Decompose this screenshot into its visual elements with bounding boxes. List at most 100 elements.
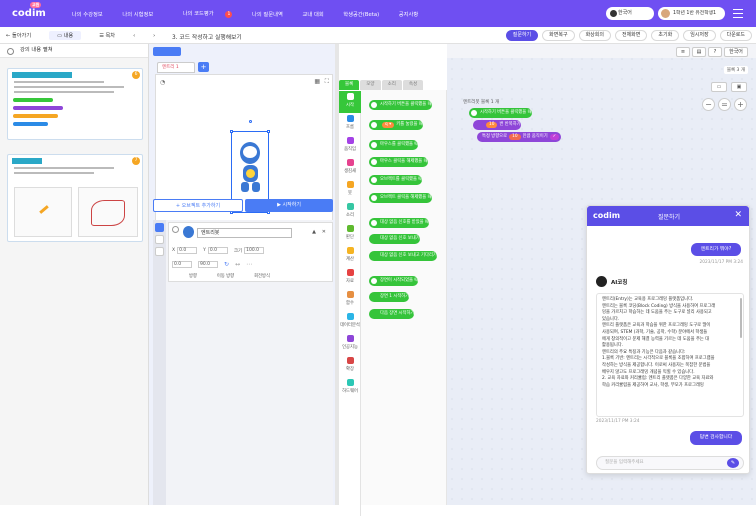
category-ai[interactable]: 인공지능	[339, 333, 361, 355]
category-data-analysis[interactable]: 데이터분석	[339, 311, 361, 333]
rotate-handle[interactable]	[249, 120, 252, 123]
resize-handle[interactable]	[267, 130, 270, 133]
object-tool-link[interactable]	[155, 223, 164, 232]
direction-chip[interactable]: ✓	[549, 134, 560, 140]
tab-scene-1[interactable]: 엔트리 1	[157, 62, 195, 73]
close-icon[interactable]: ✕	[322, 229, 326, 235]
y-input[interactable]: 0.0	[207, 247, 228, 254]
block-when-signal-received[interactable]: 대상 없음 신호를 받았을 때	[369, 218, 429, 228]
category-data[interactable]: 자료	[339, 267, 361, 289]
download-button[interactable]: 다운로드	[719, 30, 752, 41]
codim-logo[interactable]: codim 교원	[12, 2, 52, 24]
zoom-out-button[interactable]: −	[702, 98, 715, 111]
chevron-up-icon[interactable]: ▲	[312, 229, 316, 235]
tab-properties[interactable]: 속성	[402, 80, 424, 90]
category-function[interactable]: 함수	[339, 289, 361, 311]
fullscreen-button[interactable]: 전체화면	[614, 30, 648, 41]
category-calc[interactable]: 계산	[339, 245, 361, 267]
nav-school-contest[interactable]: 교내 대회	[303, 10, 324, 18]
repeat-count[interactable]: 10	[486, 122, 498, 128]
category-sound[interactable]: 소리	[339, 201, 361, 223]
video-meeting-button[interactable]: 화상회의	[578, 30, 611, 41]
send-icon[interactable]: ✎	[727, 458, 739, 468]
size-input[interactable]: 100.0	[244, 247, 265, 254]
block-start-next-scene[interactable]: 다음 장면 시작하기	[369, 309, 415, 319]
next-button[interactable]: ›	[153, 33, 155, 39]
block-send-signal[interactable]: 대상 없음 신호 보내기	[369, 234, 420, 244]
rotate-mode-none-icon[interactable]: ⋯	[246, 261, 252, 268]
code-view-icon[interactable]: ▤	[692, 47, 706, 57]
block-when-object-released[interactable]: 오브젝트 클릭을 해제했을 때	[369, 193, 432, 203]
category-start[interactable]: 시작	[339, 91, 361, 113]
move-amount[interactable]: 10	[509, 134, 521, 140]
category-move[interactable]: 움직임	[339, 135, 361, 157]
reset-button[interactable]: 초기화	[651, 30, 680, 41]
block-start-scene[interactable]: 장면 1 시작하기	[369, 292, 410, 302]
tab-sounds[interactable]: 소리	[381, 80, 402, 90]
block-when-start-clicked[interactable]: 시작하기 버튼을 클릭했을 때	[369, 100, 432, 110]
tab-toc[interactable]: ☰ 목차	[99, 32, 115, 40]
user-menu[interactable]: 1학년 1반 유전학생1	[658, 7, 725, 20]
nav-course-info[interactable]: 나의 수강정보	[72, 10, 103, 18]
rotate-mode-free-icon[interactable]: ↻	[224, 261, 229, 268]
direction-input[interactable]: 0.0	[172, 261, 192, 268]
block-when-object-clicked[interactable]: 오브젝트를 클릭했을 때	[369, 175, 423, 185]
expand-icon[interactable]: ⛶	[325, 78, 329, 86]
add-scene-button[interactable]: +	[198, 62, 209, 72]
scrollbar[interactable]	[740, 298, 742, 338]
restore-screen-button[interactable]: 화면복구	[542, 30, 575, 41]
tab-content[interactable]: ▭ 내용	[49, 31, 82, 40]
question-input[interactable]: 질문을 입력해주세요	[596, 456, 744, 470]
object-name-input[interactable]: 엔트리봇	[197, 228, 292, 238]
temp-save-button[interactable]: 임시저장	[683, 30, 716, 41]
workspace-block-repeat[interactable]: 10 번 반복하기	[473, 120, 521, 130]
board-icon[interactable]: ▭	[711, 82, 727, 92]
zoom-reset-button[interactable]: =	[718, 98, 731, 111]
lecture-collapse-header[interactable]: 강의 내용 펼쳐	[0, 44, 148, 58]
run-button[interactable]: ▶ 시작하기	[245, 199, 333, 212]
block-when-mouse-released[interactable]: 마우스 클릭을 해제했을 때	[369, 157, 428, 167]
nav-questions[interactable]: 나의 질문내역	[252, 10, 283, 18]
visible-icon[interactable]	[172, 226, 179, 233]
close-icon[interactable]: ✕	[734, 210, 742, 220]
stage-mode-toggle[interactable]	[153, 47, 181, 56]
tab-blocks[interactable]: 블록	[339, 80, 360, 90]
nav-notice[interactable]: 공지사항	[399, 10, 419, 18]
block-send-signal-wait[interactable]: 대상 없음 신호 보내고 기다리기	[369, 251, 437, 261]
move-direction-input[interactable]: 90.0	[198, 261, 218, 268]
category-looks[interactable]: 생김새	[339, 157, 361, 179]
language-dropdown[interactable]: 한국어	[724, 47, 748, 57]
category-judge[interactable]: 판단	[339, 223, 361, 245]
block-when-scene-starts[interactable]: 장면이 시작되었을 때	[369, 276, 419, 286]
prev-button[interactable]: ‹	[133, 33, 135, 39]
workspace-block-move[interactable]: 특정 방향으로 10 만큼 움직이기 ✓	[477, 132, 562, 142]
ask-button[interactable]: 질문하기	[505, 30, 539, 41]
grid-icon[interactable]: ▦	[314, 78, 320, 85]
back-button[interactable]: ← 돌아가기	[6, 32, 31, 40]
block-when-key-pressed[interactable]: q ▾ 키를 눌렀을 때	[369, 120, 423, 130]
tab-shapes[interactable]: 모양	[360, 80, 381, 90]
resize-handle[interactable]	[230, 130, 233, 133]
slide-card-7[interactable]: 7	[7, 154, 143, 242]
category-extension[interactable]: 확장	[339, 355, 361, 377]
slide-card-6[interactable]: 6	[7, 68, 143, 140]
nav-student-space[interactable]: 학생공간(Beta)	[343, 10, 379, 18]
category-hardware[interactable]: 하드웨어	[339, 377, 361, 399]
category-flow[interactable]: 흐름	[339, 113, 361, 135]
rotate-mode-lr-icon[interactable]: ↔	[235, 261, 240, 268]
menu-icon[interactable]	[733, 9, 743, 18]
help-icon[interactable]: ?	[708, 47, 722, 57]
block-when-mouse-clicked[interactable]: 마우스를 클릭했을 때	[369, 140, 419, 150]
speed-icon[interactable]: ◔	[160, 79, 165, 86]
nav-code-eval[interactable]: 나의 코드평가 1	[173, 9, 233, 18]
workspace-block-start[interactable]: 시작하기 버튼을 클릭했을 때	[469, 108, 532, 118]
category-brush[interactable]: 붓	[339, 179, 361, 201]
object-tool-lock[interactable]	[155, 247, 164, 256]
sort-icon[interactable]: ≡	[676, 47, 690, 57]
object-tool-visible[interactable]	[155, 235, 164, 244]
nav-exam-info[interactable]: 나의 시험정보	[122, 10, 153, 18]
x-input[interactable]: 0.0	[177, 247, 198, 254]
zoom-in-button[interactable]: +	[734, 98, 747, 111]
add-object-button[interactable]: + 오브젝트 추가하기	[153, 199, 243, 212]
bag-icon[interactable]: ▣	[731, 82, 747, 92]
